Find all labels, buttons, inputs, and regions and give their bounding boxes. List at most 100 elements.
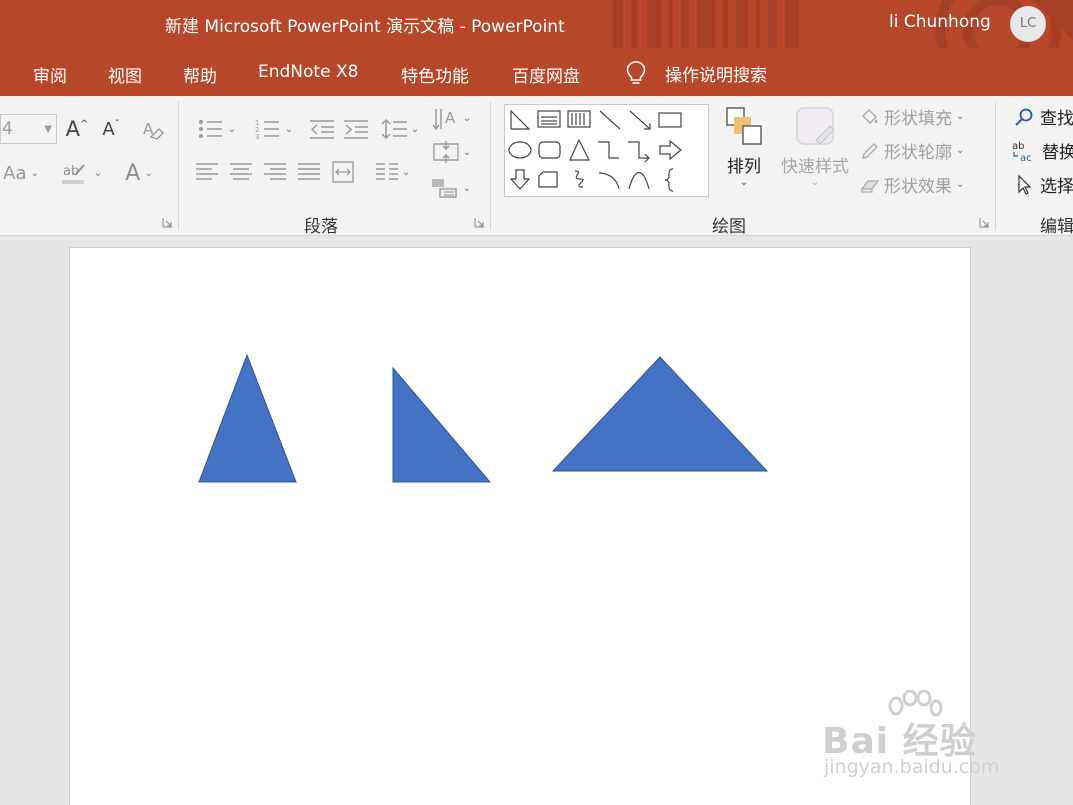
chevron-down-icon: ⌄ — [30, 167, 39, 179]
justify-button[interactable] — [296, 160, 322, 184]
tab-special-features[interactable]: 特色功能 — [401, 62, 469, 87]
shape-fill-button[interactable]: 形状填充 ⌄ — [860, 104, 964, 129]
shape-effects-label: 形状效果 — [884, 177, 952, 197]
replace-button[interactable]: ab ac 替换 — [1012, 138, 1073, 164]
find-button[interactable]: 查找 — [1014, 104, 1073, 129]
font-color-button[interactable]: A ⌄ — [116, 158, 162, 188]
shape-gallery-grid — [508, 109, 682, 192]
svg-text:ac: ac — [1020, 153, 1032, 162]
text-box-icon[interactable] — [510, 109, 531, 130]
tab-review[interactable]: 审阅 — [33, 62, 67, 87]
arc-shape-icon[interactable] — [598, 172, 620, 190]
shape-outline-button[interactable]: 形状轮廓 ⌄ — [860, 138, 964, 163]
editing-group-label: 编辑 — [1040, 217, 1073, 236]
svg-text:3: 3 — [255, 133, 259, 140]
oval-shape-icon[interactable] — [508, 141, 532, 159]
down-arrow-shape-icon[interactable] — [509, 169, 531, 190]
rectangle-shape-icon[interactable] — [658, 112, 682, 128]
ribbon-tab-bar: 审阅 视图 帮助 EndNote X8 特色功能 百度网盘 操作说明搜索 — [0, 48, 1073, 96]
align-text-button[interactable]: ⌄ — [430, 138, 474, 166]
arrange-button[interactable]: 排列 ⌄ — [718, 104, 770, 204]
select-button[interactable]: 选择 — [1016, 172, 1073, 197]
quick-styles-button[interactable]: 快速样式 ⌄ — [776, 104, 854, 204]
arrow-line-icon[interactable] — [629, 110, 651, 130]
highlight-color-button[interactable]: ab ⌄ — [56, 158, 106, 188]
change-case-button[interactable]: Aa ⌄ — [0, 158, 42, 188]
drawing-dialog-launcher-icon[interactable] — [979, 217, 990, 228]
line-spacing-button[interactable]: ⌄ — [377, 116, 423, 142]
flowchart-shape-icon[interactable] — [538, 171, 558, 188]
bullets-button[interactable]: ⌄ — [194, 116, 240, 142]
chevron-down-icon: ⌄ — [410, 123, 420, 135]
rounded-rectangle-shape-icon[interactable] — [538, 141, 561, 159]
distributed-button[interactable] — [330, 160, 356, 184]
text-direction-button[interactable]: A ⌄ — [430, 104, 474, 132]
align-left-icon — [196, 163, 218, 180]
shape-effects-button[interactable]: 形状效果 ⌄ — [860, 172, 964, 197]
text-direction-icon: A — [432, 109, 456, 131]
text-box-horizontal-icon[interactable] — [537, 110, 561, 128]
justify-icon — [298, 163, 320, 180]
grow-font-button[interactable]: A ^ — [64, 114, 90, 144]
shape-effects-icon — [860, 179, 880, 193]
chevron-down-icon: ⌄ — [284, 123, 294, 135]
tell-me-search[interactable]: 操作说明搜索 — [625, 58, 767, 88]
title-bar-decoration — [613, 0, 1073, 48]
shrink-font-glyph: A — [102, 118, 115, 140]
quick-styles-label: 快速样式 — [781, 157, 849, 177]
triangle-shape-icon[interactable] — [569, 138, 590, 161]
group-separator — [995, 102, 996, 230]
columns-icon — [375, 163, 398, 180]
brace-shape-icon[interactable] — [664, 168, 674, 192]
tell-me-label: 操作说明搜索 — [665, 65, 767, 86]
columns-button[interactable]: ⌄ — [370, 160, 416, 184]
elbow-connector-icon[interactable] — [598, 141, 619, 159]
font-color-glyph: A — [125, 160, 141, 186]
align-right-button[interactable] — [262, 160, 288, 184]
convert-to-smartart-button[interactable]: ⌄ — [428, 174, 474, 202]
right-triangle-shape[interactable] — [392, 366, 492, 483]
search-icon — [1015, 108, 1033, 126]
user-avatar[interactable]: LC — [1010, 6, 1046, 42]
freeform-scribble-icon[interactable] — [574, 170, 584, 188]
user-name[interactable]: li Chunhong — [889, 12, 991, 32]
chevron-down-icon: ⌄ — [144, 167, 153, 179]
font-dialog-launcher-icon[interactable] — [162, 217, 173, 228]
curve-shape-icon[interactable] — [628, 171, 650, 190]
line-icon[interactable] — [599, 110, 621, 130]
decrease-indent-button[interactable] — [308, 116, 336, 142]
window-title: 新建 Microsoft PowerPoint 演示文稿 - PowerPoin… — [165, 17, 565, 37]
group-separator — [490, 102, 491, 230]
right-arrow-shape-icon[interactable] — [659, 139, 682, 161]
numbering-button[interactable]: 123 ⌄ — [251, 116, 297, 142]
align-center-button[interactable] — [228, 160, 254, 184]
svg-text:ab: ab — [63, 164, 79, 179]
align-right-icon — [264, 163, 286, 180]
tab-view[interactable]: 视图 — [108, 62, 142, 87]
clear-formatting-button[interactable]: A — [139, 114, 167, 144]
chevron-down-icon: ⌄ — [462, 112, 472, 124]
tab-baidu-netdisk[interactable]: 百度网盘 — [512, 62, 580, 87]
ribbon: 4 ▼ A ^ Aˇ A Aa ⌄ ab ⌄ A ⌄ ⌄ 1 2 3 ⌄ ⌄ A… — [0, 96, 1073, 236]
text-box-vertical-icon[interactable] — [567, 110, 591, 128]
align-left-button[interactable] — [194, 160, 220, 184]
chevron-down-icon: ▼ — [44, 124, 52, 135]
paragraph-dialog-launcher-icon[interactable] — [474, 217, 485, 228]
paint-bucket-icon — [862, 108, 878, 124]
arrange-label: 排列 — [727, 157, 761, 177]
change-case-glyph: Aa — [3, 162, 27, 184]
elbow-arrow-connector-icon[interactable] — [628, 141, 650, 163]
watermark-url: jingyan.baidu.com — [824, 756, 1000, 778]
wide-triangle-shape[interactable] — [551, 356, 769, 472]
tab-endnote[interactable]: EndNote X8 — [258, 62, 358, 82]
svg-text:ab: ab — [1012, 141, 1024, 152]
shape-gallery[interactable] — [504, 104, 709, 197]
chevron-down-icon: ⌄ — [810, 177, 820, 188]
font-size-combobox[interactable]: 4 ▼ — [0, 114, 57, 144]
shape-fill-label: 形状填充 — [884, 109, 952, 129]
shrink-font-button[interactable]: Aˇ — [98, 114, 124, 144]
tab-help[interactable]: 帮助 — [183, 62, 217, 87]
increase-indent-button[interactable] — [342, 116, 370, 142]
pencil-icon — [862, 142, 878, 159]
isosceles-triangle-shape[interactable] — [198, 353, 297, 483]
